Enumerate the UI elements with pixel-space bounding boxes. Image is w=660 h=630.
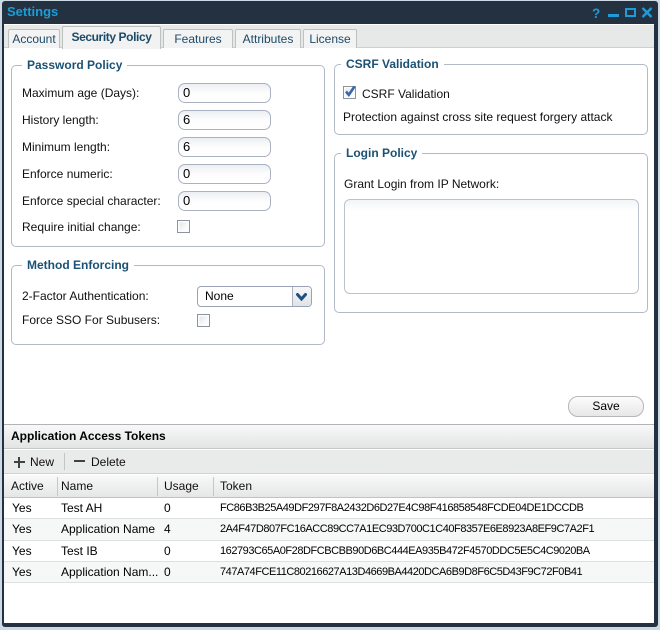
svg-text:?: ? xyxy=(592,7,600,21)
